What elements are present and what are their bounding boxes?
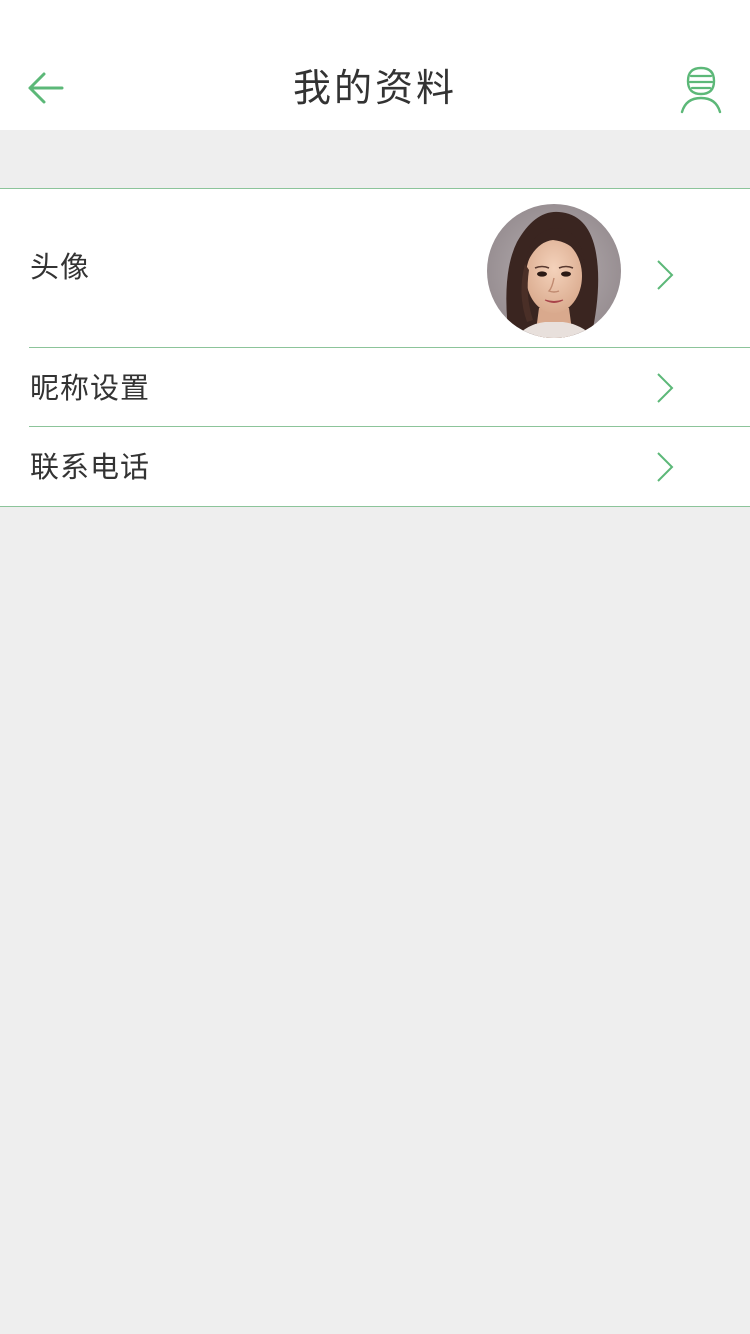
chevron-right-icon <box>657 452 674 482</box>
chevron-right-icon <box>657 373 674 403</box>
phone-row[interactable]: 联系电话 <box>0 427 750 506</box>
nickname-row[interactable]: 昵称设置 <box>0 348 750 427</box>
chevron-right-icon <box>657 260 674 290</box>
profile-settings-list: 头像 昵称设置 联系电话 <box>0 188 750 507</box>
navigation-bar: 我的资料 <box>0 0 750 130</box>
phone-label: 联系电话 <box>30 450 151 484</box>
avatar-label: 头像 <box>30 250 91 284</box>
user-profile-icon[interactable] <box>674 62 728 116</box>
avatar-photo <box>487 204 621 338</box>
avatar-row[interactable]: 头像 <box>0 189 750 348</box>
nickname-label: 昵称设置 <box>30 371 151 405</box>
avatar[interactable] <box>487 204 621 338</box>
page-title: 我的资料 <box>292 66 457 110</box>
